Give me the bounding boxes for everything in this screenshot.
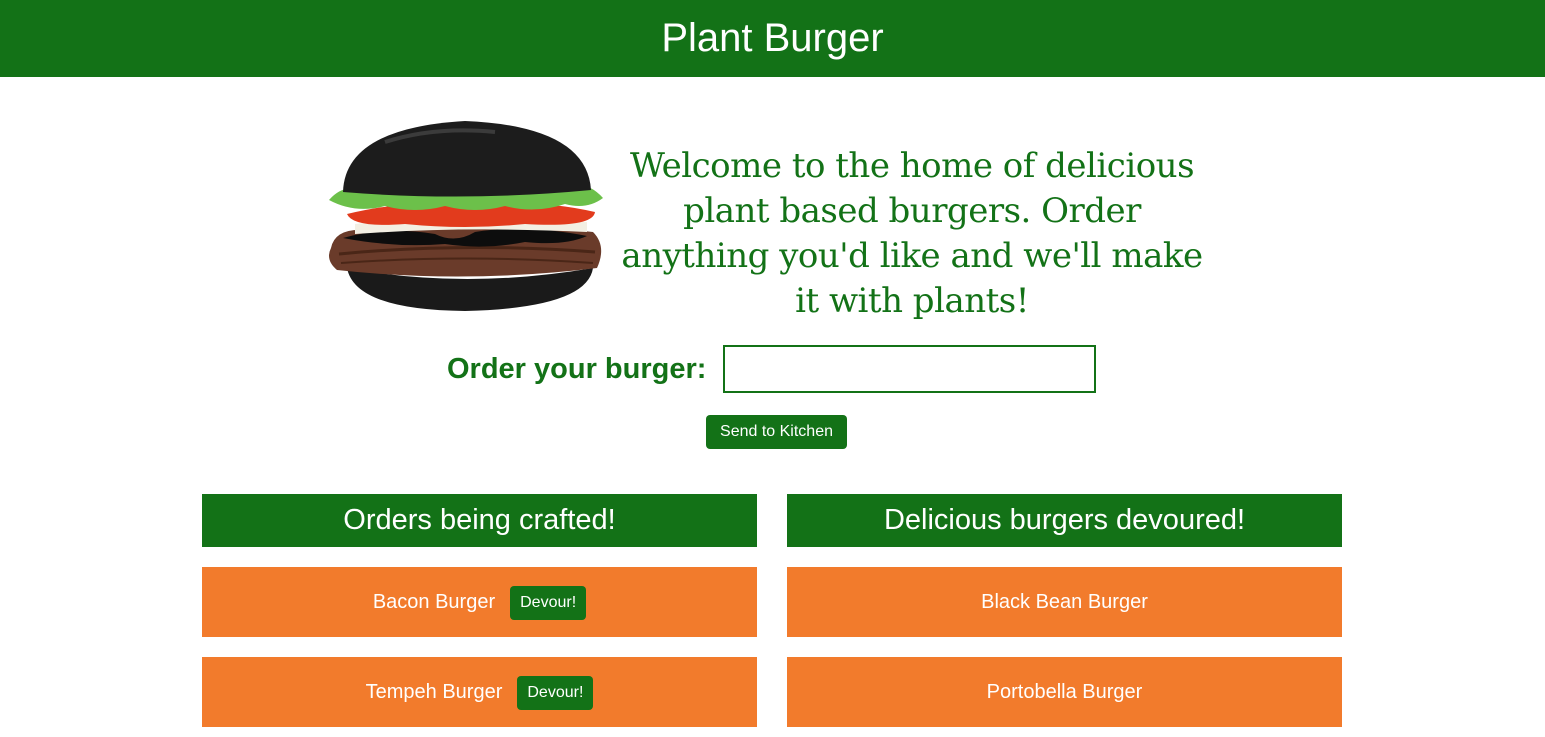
devoured-heading: Delicious burgers devoured! (787, 494, 1342, 547)
send-to-kitchen-button[interactable]: Send to Kitchen (706, 415, 847, 449)
burger-name: Tempeh Burger (365, 680, 503, 703)
burger-name: Black Bean Burger (981, 590, 1148, 613)
burger-name-input[interactable] (723, 345, 1096, 393)
welcome-text: Welcome to the home of delicious plant b… (621, 146, 1203, 321)
crafting-item-bacon-burger: Bacon Burger Devour! (202, 567, 757, 637)
burger-name: Bacon Burger (372, 590, 496, 613)
devour-button[interactable]: Devour! (510, 586, 587, 620)
devoured-item-portobella-burger: Portobella Burger (787, 657, 1342, 727)
devour-button[interactable]: Devour! (517, 676, 594, 710)
order-label: Order your burger: (447, 353, 707, 385)
crafting-item-tempeh-burger: Tempeh Burger Devour! (202, 657, 757, 727)
burger-illustration (329, 121, 603, 311)
devoured-item-black-bean-burger: Black Bean Burger (787, 567, 1342, 637)
site-title: Plant Burger (661, 16, 884, 60)
site-header: Plant Burger (0, 0, 1545, 77)
burger-image (325, 118, 605, 314)
burger-name: Portobella Burger (986, 680, 1143, 703)
crafting-heading: Orders being crafted! (202, 494, 757, 547)
